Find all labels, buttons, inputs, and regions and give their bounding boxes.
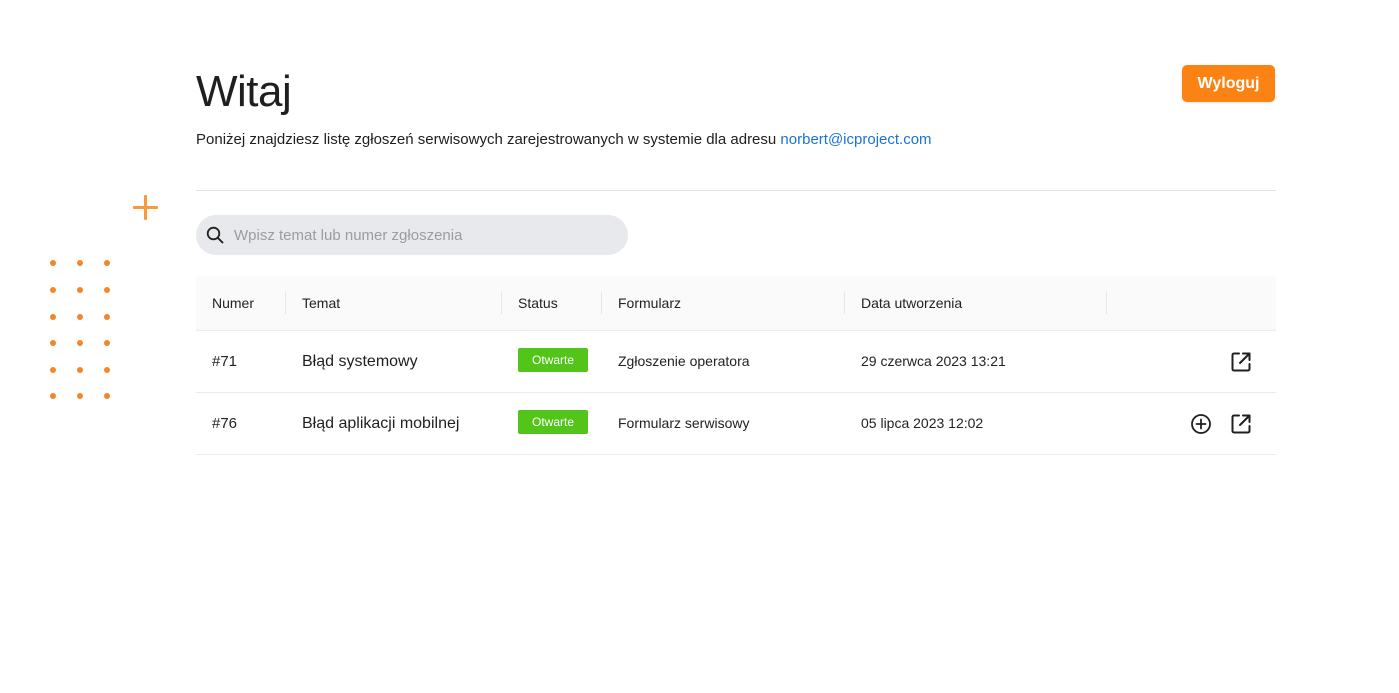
ticket-topic: Błąd systemowy bbox=[302, 353, 418, 370]
ticket-form: Formularz serwisowy bbox=[618, 415, 750, 431]
table-row[interactable]: #71 Błąd systemowy Otwarte Zgłoszenie op… bbox=[196, 331, 1276, 393]
column-header-form[interactable]: Formularz bbox=[602, 276, 845, 330]
column-header-label: Status bbox=[518, 295, 558, 311]
table-header: Numer Temat Status Formularz Data utworz… bbox=[196, 276, 1276, 331]
column-header-label: Formularz bbox=[618, 295, 682, 311]
status-badge: Otwarte bbox=[518, 410, 589, 435]
intro-text: Poniżej znajdziesz listę zgłoszeń serwis… bbox=[196, 131, 932, 149]
column-header-number[interactable]: Numer bbox=[196, 276, 286, 330]
table-row[interactable]: #76 Błąd aplikacji mobilnej Otwarte Form… bbox=[196, 393, 1276, 455]
column-header-topic[interactable]: Temat bbox=[286, 276, 502, 330]
column-header-label: Temat bbox=[302, 295, 341, 311]
add-circle-icon[interactable] bbox=[1189, 412, 1213, 436]
ticket-status-cell: Otwarte bbox=[502, 331, 602, 392]
ticket-actions bbox=[1107, 393, 1276, 454]
column-header-created[interactable]: Data utworzenia bbox=[845, 276, 1107, 330]
ticket-created-date: 05 lipca 2023 12:02 bbox=[861, 415, 984, 431]
logout-button[interactable]: Wyloguj bbox=[1182, 65, 1275, 102]
ticket-number: #76 bbox=[212, 415, 238, 432]
dots-decoration bbox=[50, 260, 112, 402]
tickets-table: Numer Temat Status Formularz Data utworz… bbox=[196, 276, 1276, 455]
plus-decoration-icon bbox=[133, 195, 158, 220]
ticket-actions bbox=[1107, 331, 1276, 392]
column-header-label: Numer bbox=[212, 295, 255, 311]
page: Witaj Wyloguj Poniżej znajdziesz listę z… bbox=[0, 0, 1399, 693]
user-email-link[interactable]: norbert@icproject.com bbox=[780, 131, 931, 148]
search-icon bbox=[206, 226, 224, 244]
page-title: Witaj bbox=[196, 67, 292, 116]
open-external-icon[interactable] bbox=[1229, 412, 1253, 436]
divider bbox=[196, 190, 1276, 191]
column-header-actions bbox=[1107, 276, 1276, 330]
column-header-label: Data utworzenia bbox=[861, 295, 963, 311]
ticket-number: #71 bbox=[212, 353, 238, 370]
open-external-icon[interactable] bbox=[1229, 350, 1253, 374]
ticket-form: Zgłoszenie operatora bbox=[618, 353, 750, 369]
search-bar bbox=[196, 215, 628, 255]
ticket-created-date: 29 czerwca 2023 13:21 bbox=[861, 353, 1006, 369]
ticket-status-cell: Otwarte bbox=[502, 393, 602, 454]
intro-description: Poniżej znajdziesz listę zgłoszeń serwis… bbox=[196, 131, 781, 148]
column-header-status[interactable]: Status bbox=[502, 276, 602, 330]
ticket-topic: Błąd aplikacji mobilnej bbox=[302, 415, 460, 432]
search-input[interactable] bbox=[234, 215, 614, 255]
status-badge: Otwarte bbox=[518, 348, 589, 373]
